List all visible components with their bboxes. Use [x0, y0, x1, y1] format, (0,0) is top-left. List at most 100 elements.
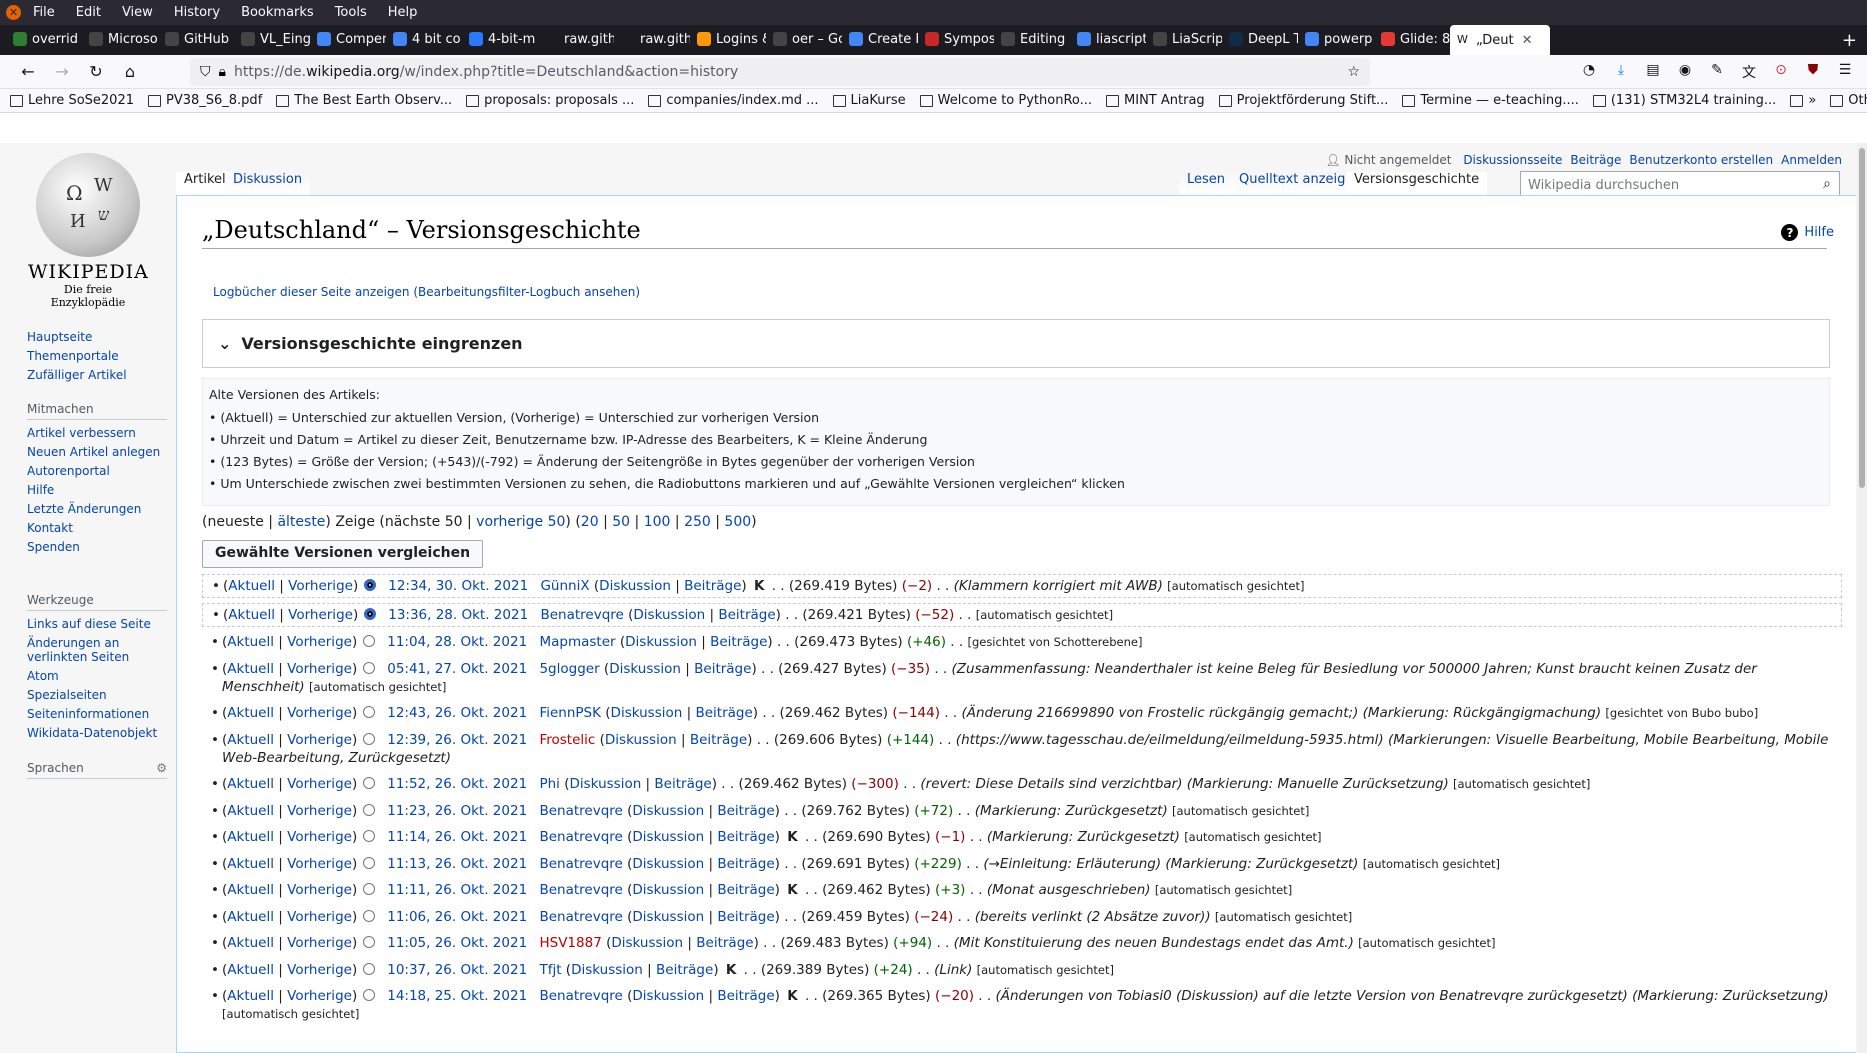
revision-date-link[interactable]: 11:06, 26. Okt. 2021 — [387, 909, 527, 925]
revision-date-link[interactable]: 11:11, 26. Okt. 2021 — [387, 882, 527, 898]
compare-button[interactable]: Gewählte Versionen vergleichen — [202, 540, 484, 568]
menu-item-bookmarks[interactable]: Bookmarks — [241, 5, 314, 20]
revision-date-link[interactable]: 11:05, 26. Okt. 2021 — [387, 935, 527, 951]
bookmark-item[interactable]: proposals: proposals ... — [466, 93, 634, 108]
menu-icon[interactable]: ☰ — [1831, 62, 1859, 82]
ublock-icon[interactable]: ⛊ — [1799, 62, 1827, 82]
revision-date-link[interactable]: 05:41, 27. Okt. 2021 — [387, 661, 527, 677]
help-link[interactable]: ? Hilfe — [1781, 224, 1834, 241]
user-talk-link[interactable]: Diskussion — [571, 962, 643, 978]
version-radio[interactable] — [363, 635, 376, 647]
user-contribs-link[interactable]: Beiträge — [656, 962, 713, 978]
user-contribs-link[interactable]: Beiträge — [717, 829, 774, 845]
forward-icon[interactable]: → — [48, 58, 76, 86]
aktuell-link[interactable]: Aktuell — [227, 776, 274, 792]
vorherige-link[interactable]: Vorherige — [288, 607, 353, 623]
user-link[interactable]: HSV1887 — [539, 935, 601, 951]
user-contribs-link[interactable]: Beiträge — [710, 634, 767, 650]
browser-tab[interactable]: Editing — [994, 25, 1070, 53]
version-radio[interactable] — [363, 777, 376, 789]
revision-date-link[interactable]: 11:04, 28. Okt. 2021 — [387, 634, 527, 650]
pager-count-link[interactable]: 100 — [644, 514, 671, 530]
bookmark-item[interactable]: PV38_S6_8.pdf — [147, 93, 262, 108]
user-talk-link[interactable]: Diskussion — [632, 856, 704, 872]
wikipedia-logo[interactable]: Ω W И ש WIKIPEDIA Die freie Enzyklopädie — [28, 153, 148, 309]
mitmachen-link[interactable]: Artikel verbessern — [27, 426, 167, 440]
user-link[interactable]: FiennPSK — [539, 705, 601, 721]
menu-item-help[interactable]: Help — [388, 5, 418, 20]
scrollbar[interactable] — [1857, 143, 1867, 1053]
user-talk-link[interactable]: Diskussion — [633, 607, 705, 623]
user-link[interactable]: Frostelic — [539, 732, 595, 748]
mitmachen-link[interactable]: Neuen Artikel anlegen — [27, 445, 167, 459]
user-link[interactable]: Benatrevqre — [540, 607, 623, 623]
mitmachen-link[interactable]: Kontakt — [27, 521, 167, 535]
version-radio[interactable] — [363, 936, 376, 948]
lock-icon[interactable]: 🔒︎ — [219, 64, 226, 80]
user-talk-link[interactable]: Diskussion — [632, 988, 704, 1004]
bookmark-item[interactable]: Welcome to PythonRo... — [919, 93, 1092, 108]
version-radio[interactable] — [363, 661, 376, 674]
user-contribs-link[interactable]: Beiträge — [717, 909, 774, 925]
browser-tab[interactable]: Glide: 8 — [1374, 25, 1450, 53]
aktuell-link[interactable]: Aktuell — [227, 909, 274, 925]
bookmark-item[interactable]: The Best Earth Observ... — [276, 93, 452, 108]
user-contribs-link[interactable]: Beiträge — [684, 578, 741, 594]
browser-tab[interactable]: Sympos — [918, 25, 994, 53]
aktuell-link[interactable]: Aktuell — [227, 882, 274, 898]
menu-item-tools[interactable]: Tools — [335, 5, 367, 20]
bookmark-item[interactable]: (131) STM32L4 training... — [1592, 93, 1776, 108]
user-contribs-link[interactable]: Beiträge — [718, 607, 775, 623]
bookmark-item[interactable]: MINT Antrag — [1106, 93, 1205, 108]
user-link[interactable]: Benatrevqre — [539, 803, 622, 819]
nav-link[interactable]: Themenportale — [27, 349, 127, 363]
gear-icon[interactable]: ⚙ — [156, 761, 167, 775]
version-radio[interactable] — [363, 909, 376, 922]
version-radio[interactable] — [363, 989, 376, 1001]
user-contribs-link[interactable]: Beiträge — [695, 705, 752, 721]
user-link[interactable]: GünniX — [540, 578, 589, 594]
version-radio[interactable] — [363, 732, 376, 745]
werkzeuge-link[interactable]: Links auf diese Seite — [27, 617, 176, 631]
werkzeuge-link[interactable]: Atom — [27, 669, 176, 683]
account-icon[interactable]: ◉ — [1671, 62, 1699, 82]
user-talk-link[interactable]: Diskussion — [609, 661, 681, 677]
menu-item-view[interactable]: View — [122, 5, 153, 20]
browser-tab[interactable]: overrid — [6, 25, 82, 53]
vorherige-link[interactable]: Vorherige — [287, 634, 352, 650]
werkzeuge-link[interactable]: Wikidata-Datenobjekt — [27, 726, 176, 740]
bookmark-item[interactable]: Projektförderung Stift... — [1218, 93, 1388, 108]
user-link[interactable]: Benatrevqre — [539, 856, 622, 872]
vorherige-link[interactable]: Vorherige — [287, 829, 352, 845]
aktuell-link[interactable]: Aktuell — [227, 661, 274, 677]
werkzeuge-link[interactable]: Spezialseiten — [27, 688, 176, 702]
bookmark-item[interactable]: Other Bookmarks — [1830, 93, 1867, 108]
browser-tab[interactable]: VL_Eing — [234, 25, 310, 53]
browser-tab[interactable]: LiaScrip — [1146, 25, 1222, 53]
menu-item-edit[interactable]: Edit — [76, 5, 101, 20]
user-link[interactable]: Benatrevqre — [539, 988, 622, 1004]
vorherige-link[interactable]: Vorherige — [287, 909, 352, 925]
browser-tab[interactable]: DeepL T — [1222, 25, 1298, 53]
search-icon[interactable]: ⌕ — [1823, 176, 1831, 192]
vorherige-link[interactable]: Vorherige — [287, 732, 352, 748]
aktuell-link[interactable]: Aktuell — [227, 705, 274, 721]
vorherige-link[interactable]: Vorherige — [287, 803, 352, 819]
version-radio[interactable] — [363, 830, 376, 842]
browser-tab[interactable]: Logins & — [690, 25, 766, 53]
close-icon[interactable]: ✕ — [6, 5, 21, 20]
user-talk-link[interactable]: Diskussion — [632, 882, 704, 898]
version-radio[interactable] — [363, 962, 376, 975]
vorherige-link[interactable]: Vorherige — [287, 988, 352, 1004]
user-contribs-link[interactable]: Beiträge — [717, 988, 774, 1004]
user-link[interactable]: 5glogger — [539, 661, 599, 677]
user-contribs-link[interactable]: Beiträge — [694, 661, 751, 677]
revision-date-link[interactable]: 11:52, 26. Okt. 2021 — [387, 776, 527, 792]
pocket-icon[interactable]: ◔ — [1575, 62, 1603, 82]
new-tab-icon[interactable]: + — [1842, 30, 1857, 51]
pager-oldest-link[interactable]: älteste — [277, 514, 325, 530]
menu-item-history[interactable]: History — [174, 5, 220, 20]
version-radio[interactable] — [363, 856, 376, 869]
vorherige-link[interactable]: Vorherige — [287, 935, 352, 951]
user-link[interactable]: Tfjt — [539, 962, 561, 978]
